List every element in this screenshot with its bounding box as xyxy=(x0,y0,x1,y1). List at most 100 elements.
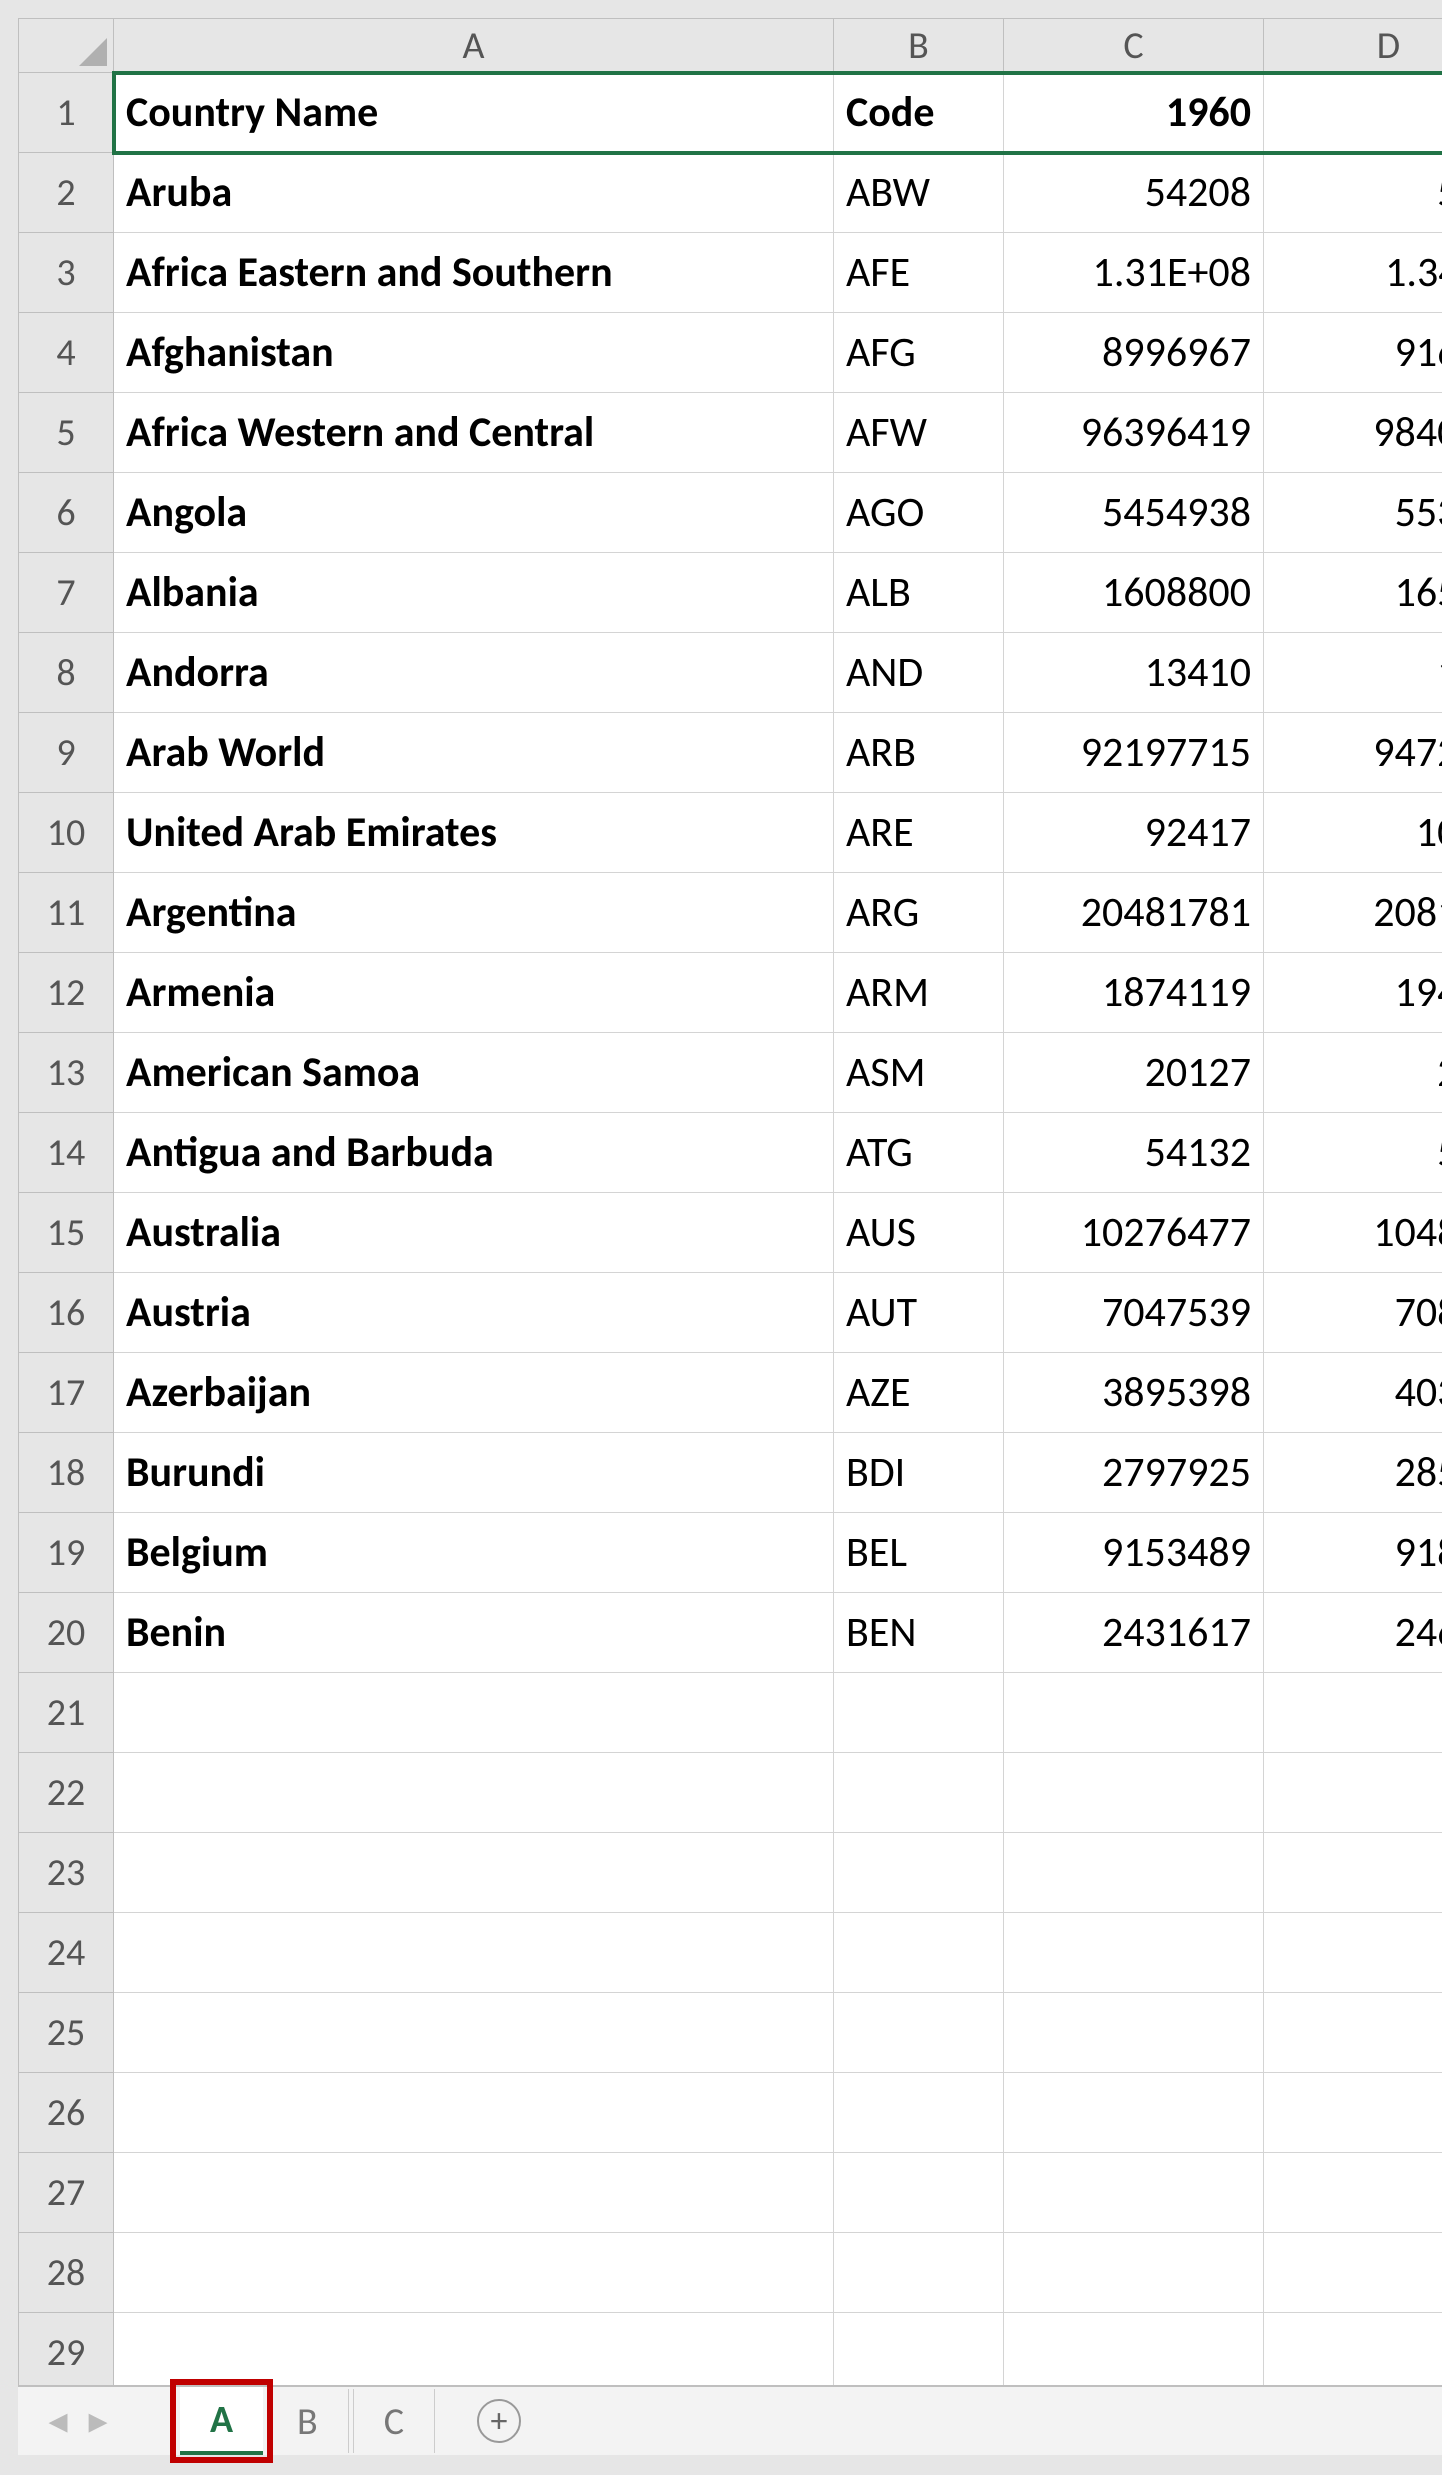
spreadsheet-grid[interactable]: A B C D 1Country NameCode1960192ArubaABW… xyxy=(18,18,1442,2385)
row-header-13[interactable]: 13 xyxy=(19,1033,114,1113)
cell-A28[interactable] xyxy=(114,2233,834,2313)
row-header-18[interactable]: 18 xyxy=(19,1433,114,1513)
cell-C18[interactable]: 2797925 xyxy=(1004,1433,1264,1513)
cell-D3[interactable]: 1.34E+ xyxy=(1264,233,1442,313)
tab-nav-prev[interactable]: ◂ xyxy=(38,2398,78,2444)
cell-C16[interactable]: 7047539 xyxy=(1004,1273,1264,1353)
cell-A27[interactable] xyxy=(114,2153,834,2233)
cell-B26[interactable] xyxy=(834,2073,1004,2153)
cell-C3[interactable]: 1.31E+08 xyxy=(1004,233,1264,313)
cell-D10[interactable]: 1008 xyxy=(1264,793,1442,873)
cell-B15[interactable]: AUS xyxy=(834,1193,1004,1273)
cell-C28[interactable] xyxy=(1004,2233,1264,2313)
row-header-25[interactable]: 25 xyxy=(19,1993,114,2073)
cell-D2[interactable]: 554 xyxy=(1264,153,1442,233)
select-all-corner[interactable] xyxy=(19,19,114,73)
cell-C23[interactable] xyxy=(1004,1833,1264,1913)
cell-A7[interactable]: Albania xyxy=(114,553,834,633)
sheet-tab-A[interactable]: A xyxy=(180,2387,263,2455)
cell-C24[interactable] xyxy=(1004,1913,1264,1993)
cell-B18[interactable]: BDI xyxy=(834,1433,1004,1513)
cell-C12[interactable]: 1874119 xyxy=(1004,953,1264,1033)
row-header-29[interactable]: 29 xyxy=(19,2313,114,2386)
cell-A11[interactable]: Argentina xyxy=(114,873,834,953)
cell-B9[interactable]: ARB xyxy=(834,713,1004,793)
cell-C11[interactable]: 20481781 xyxy=(1004,873,1264,953)
cell-D11[interactable]: 208172 xyxy=(1264,873,1442,953)
cell-C1[interactable]: 1960 xyxy=(1004,73,1264,153)
cell-B21[interactable] xyxy=(834,1673,1004,1753)
cell-D28[interactable] xyxy=(1264,2233,1442,2313)
cell-C17[interactable]: 3895398 xyxy=(1004,1353,1264,1433)
cell-A16[interactable]: Austria xyxy=(114,1273,834,1353)
cell-C9[interactable]: 92197715 xyxy=(1004,713,1264,793)
cell-D5[interactable]: 984072 xyxy=(1264,393,1442,473)
cell-C5[interactable]: 96396419 xyxy=(1004,393,1264,473)
cell-B10[interactable]: ARE xyxy=(834,793,1004,873)
row-header-28[interactable]: 28 xyxy=(19,2233,114,2313)
cell-B8[interactable]: AND xyxy=(834,633,1004,713)
cell-D23[interactable] xyxy=(1264,1833,1442,1913)
cell-C15[interactable]: 10276477 xyxy=(1004,1193,1264,1273)
sheet-tab-C[interactable]: C xyxy=(353,2389,435,2453)
row-header-3[interactable]: 3 xyxy=(19,233,114,313)
cell-C21[interactable] xyxy=(1004,1673,1264,1753)
row-header-19[interactable]: 19 xyxy=(19,1513,114,1593)
row-header-11[interactable]: 11 xyxy=(19,873,114,953)
cell-D18[interactable]: 28524 xyxy=(1264,1433,1442,1513)
row-header-16[interactable]: 16 xyxy=(19,1273,114,1353)
cell-A18[interactable]: Burundi xyxy=(114,1433,834,1513)
cell-B11[interactable]: ARG xyxy=(834,873,1004,953)
cell-A19[interactable]: Belgium xyxy=(114,1513,834,1593)
cell-D12[interactable]: 19414 xyxy=(1264,953,1442,1033)
row-header-27[interactable]: 27 xyxy=(19,2153,114,2233)
row-header-2[interactable]: 2 xyxy=(19,153,114,233)
cell-B12[interactable]: ARM xyxy=(834,953,1004,1033)
cell-C13[interactable]: 20127 xyxy=(1004,1033,1264,1113)
row-header-14[interactable]: 14 xyxy=(19,1113,114,1193)
row-header-23[interactable]: 23 xyxy=(19,1833,114,1913)
row-header-7[interactable]: 7 xyxy=(19,553,114,633)
cell-B23[interactable] xyxy=(834,1833,1004,1913)
col-header-A[interactable]: A xyxy=(114,19,834,73)
cell-A15[interactable]: Australia xyxy=(114,1193,834,1273)
sheet-tab-B[interactable]: B xyxy=(267,2389,349,2453)
cell-A5[interactable]: Africa Western and Central xyxy=(114,393,834,473)
cell-A23[interactable] xyxy=(114,1833,834,1913)
cell-B17[interactable]: AZE xyxy=(834,1353,1004,1433)
cell-A12[interactable]: Armenia xyxy=(114,953,834,1033)
cell-C20[interactable]: 2431617 xyxy=(1004,1593,1264,1673)
cell-A10[interactable]: United Arab Emirates xyxy=(114,793,834,873)
row-header-24[interactable]: 24 xyxy=(19,1913,114,1993)
cell-B25[interactable] xyxy=(834,1993,1004,2073)
cell-C2[interactable]: 54208 xyxy=(1004,153,1264,233)
row-header-12[interactable]: 12 xyxy=(19,953,114,1033)
cell-B4[interactable]: AFG xyxy=(834,313,1004,393)
cell-D4[interactable]: 91694 xyxy=(1264,313,1442,393)
col-header-D[interactable]: D xyxy=(1264,19,1442,73)
cell-B28[interactable] xyxy=(834,2233,1004,2313)
cell-A2[interactable]: Aruba xyxy=(114,153,834,233)
cell-D9[interactable]: 947245 xyxy=(1264,713,1442,793)
cell-B6[interactable]: AGO xyxy=(834,473,1004,553)
cell-A14[interactable]: Antigua and Barbuda xyxy=(114,1113,834,1193)
row-header-20[interactable]: 20 xyxy=(19,1593,114,1673)
cell-D24[interactable] xyxy=(1264,1913,1442,1993)
cell-B22[interactable] xyxy=(834,1753,1004,1833)
cell-A3[interactable]: Africa Eastern and Southern xyxy=(114,233,834,313)
cell-C6[interactable]: 5454938 xyxy=(1004,473,1264,553)
cell-C26[interactable] xyxy=(1004,2073,1264,2153)
cell-B14[interactable]: ATG xyxy=(834,1113,1004,1193)
cell-B27[interactable] xyxy=(834,2153,1004,2233)
cell-A25[interactable] xyxy=(114,1993,834,2073)
row-header-22[interactable]: 22 xyxy=(19,1753,114,1833)
cell-A29[interactable] xyxy=(114,2313,834,2386)
cell-D22[interactable] xyxy=(1264,1753,1442,1833)
row-header-6[interactable]: 6 xyxy=(19,473,114,553)
cell-D7[interactable]: 16598 xyxy=(1264,553,1442,633)
cell-D19[interactable]: 91839 xyxy=(1264,1513,1442,1593)
cell-C25[interactable] xyxy=(1004,1993,1264,2073)
cell-A24[interactable] xyxy=(114,1913,834,1993)
cell-B5[interactable]: AFW xyxy=(834,393,1004,473)
cell-C27[interactable] xyxy=(1004,2153,1264,2233)
